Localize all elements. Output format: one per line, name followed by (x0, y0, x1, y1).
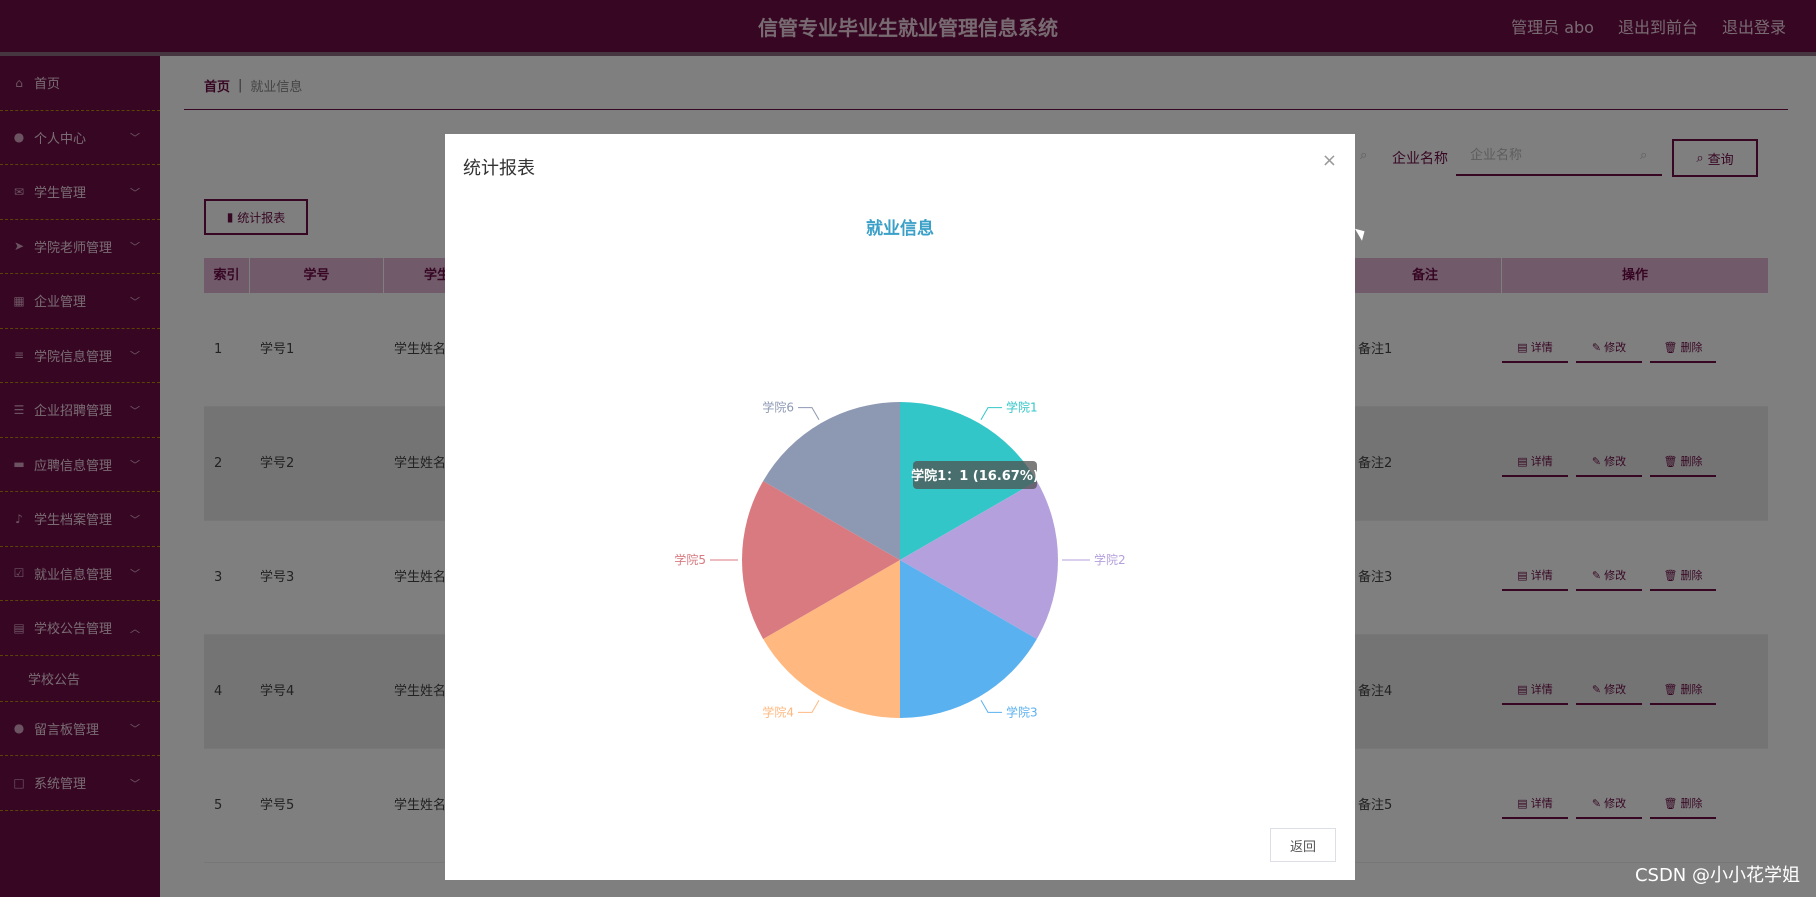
pie-label-line-3 (980, 700, 1002, 713)
chart-tooltip: 学院1：1 (16.67%) (911, 461, 1039, 489)
pie-label-1: 学院1 (1006, 400, 1038, 415)
watermark: CSDN @小小花学姐 (1634, 865, 1800, 886)
pie-label-line-6 (798, 407, 820, 420)
tooltip-text: 学院1：1 (16.67%) (911, 468, 1039, 484)
pie-label-4: 学院4 (762, 704, 794, 719)
pie-chart: 学院1 学院2 学院3 学院4 学院5 学院6 学院1：1 (16.67%) (674, 400, 1126, 720)
pie-label-3: 学院3 (1006, 704, 1038, 719)
return-button[interactable]: 返回 (1270, 828, 1336, 862)
pie-label-2: 学院2 (1094, 552, 1126, 567)
pie-label-5: 学院5 (674, 552, 706, 567)
pie-label-line-1 (980, 407, 1002, 420)
stat-report-dialog: 统计报表 × 就业信息 学院1 学院2 学院3 学院4 学院5 学院6 学院1：1 (16.… (445, 134, 1355, 880)
pie-label-line-4 (798, 700, 820, 713)
pie-label-6: 学院6 (762, 400, 794, 415)
